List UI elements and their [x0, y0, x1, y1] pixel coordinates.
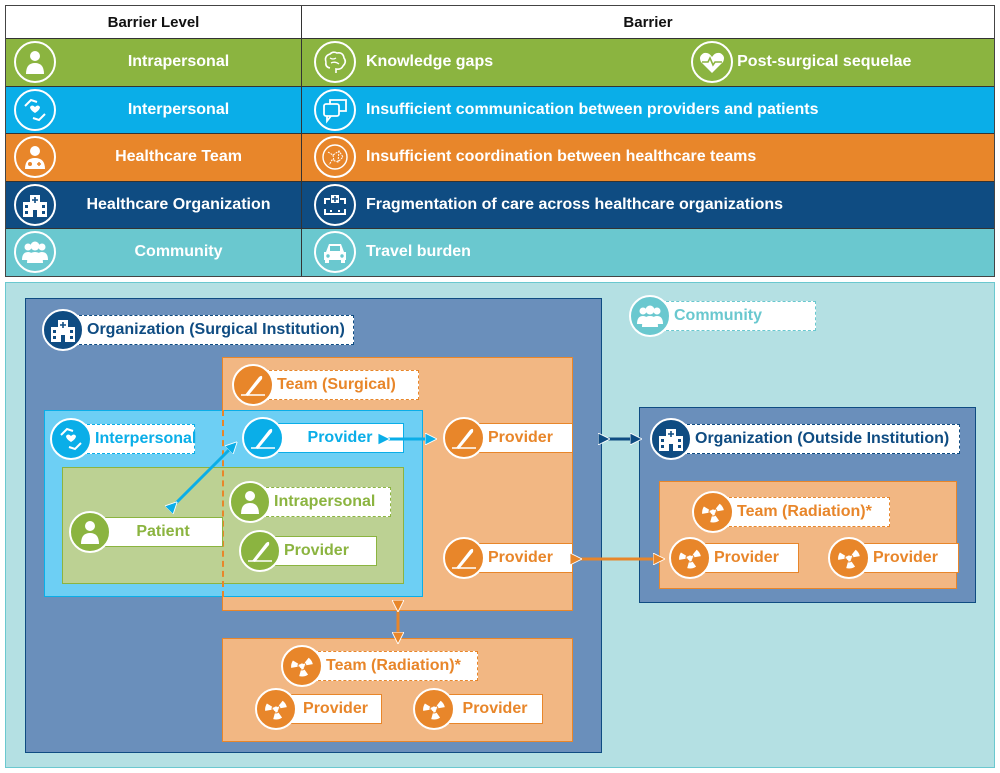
header-barrier: Barrier: [623, 13, 673, 31]
level-label: Intrapersonal: [127, 53, 230, 71]
group-icon: [629, 295, 671, 337]
barrier-text: Travel burden: [366, 243, 471, 261]
network-icon: [314, 136, 356, 179]
car-icon: [314, 231, 356, 274]
radiation-icon: [255, 688, 297, 730]
provider-radiation-outside-node: Provider: [828, 537, 959, 579]
table-header: Barrier Level Barrier: [6, 6, 994, 38]
radiation-icon: [692, 491, 734, 533]
barrier-text: Insufficient coordination between health…: [366, 148, 757, 166]
barrier-text: Knowledge gaps: [366, 53, 494, 71]
radiation-icon: [413, 688, 455, 730]
scalpel-icon: [443, 417, 485, 459]
community-diagram: Community Organization (Surgical Institu…: [5, 282, 995, 768]
org-outside-label: Organization (Outside Institution): [650, 418, 960, 460]
provider-interpersonal-node: Provider: [242, 417, 404, 459]
provider-surgical-node: Provider: [443, 537, 573, 579]
scalpel-icon: [242, 417, 284, 459]
level-label: Healthcare Team: [115, 148, 242, 166]
radiation-icon: [669, 537, 711, 579]
provider-radiation-node: Provider: [255, 688, 382, 730]
hospital-icon: [42, 309, 84, 351]
table-row: Community Travel burden: [6, 228, 994, 276]
radiation-icon: [281, 645, 323, 687]
hospital-icon: [14, 183, 56, 226]
barrier-table: Barrier Level Barrier Intrapersonal Know…: [5, 5, 995, 277]
team-boundary-dash: [222, 410, 224, 597]
org-surgical-label: Organization (Surgical Institution): [42, 309, 354, 351]
provider-radiation-outside-node: Provider: [669, 537, 799, 579]
table-row: Healthcare Organization Fragmentation of…: [6, 180, 994, 228]
person-icon: [14, 41, 56, 84]
person-icon: [229, 481, 271, 523]
team-surgical-label: Team (Surgical): [232, 364, 419, 406]
level-label: Interpersonal: [127, 100, 230, 118]
provider-radiation-node: Provider: [413, 688, 543, 730]
radiation-icon: [828, 537, 870, 579]
barrier-text: Post-surgical sequelae: [737, 53, 912, 71]
level-label: Healthcare Organization: [86, 195, 271, 213]
patient-node: Patient: [69, 511, 223, 553]
hands-heart-icon: [50, 418, 92, 460]
interpersonal-label: Interpersonal: [50, 418, 196, 460]
speech-bubbles-icon: [314, 88, 356, 131]
provider-intrapersonal-node: Provider: [239, 530, 377, 572]
team-radiation-outside-label: Team (Radiation)*: [692, 491, 890, 533]
scalpel-icon: [232, 364, 274, 406]
barrier-text: Insufficient communication between provi…: [366, 100, 819, 118]
brain-icon: [314, 41, 356, 84]
group-icon: [14, 231, 56, 274]
hospital-icon: [650, 418, 692, 460]
community-label: Community: [629, 295, 816, 337]
table-row: Healthcare Team Insufficient coordinatio…: [6, 133, 994, 181]
table-row: Interpersonal Insufficient communication…: [6, 85, 994, 133]
table-row: Intrapersonal Knowledge gaps Post-surgic…: [6, 38, 994, 86]
hands-heart-icon: [14, 88, 56, 131]
level-label: Community: [134, 243, 223, 261]
header-barrier-level: Barrier Level: [6, 6, 302, 38]
provider-surgical-node: Provider: [443, 417, 573, 459]
team-radiation-label: Team (Radiation)*: [281, 645, 478, 687]
person-icon: [69, 511, 111, 553]
intrapersonal-label: Intrapersonal: [229, 481, 391, 523]
barrier-text: Fragmentation of care across healthcare …: [366, 195, 784, 213]
doctor-icon: [14, 136, 56, 179]
fragmented-care-icon: [314, 183, 356, 226]
scalpel-icon: [443, 537, 485, 579]
scalpel-icon: [239, 530, 281, 572]
heart-pulse-icon: [691, 41, 734, 84]
